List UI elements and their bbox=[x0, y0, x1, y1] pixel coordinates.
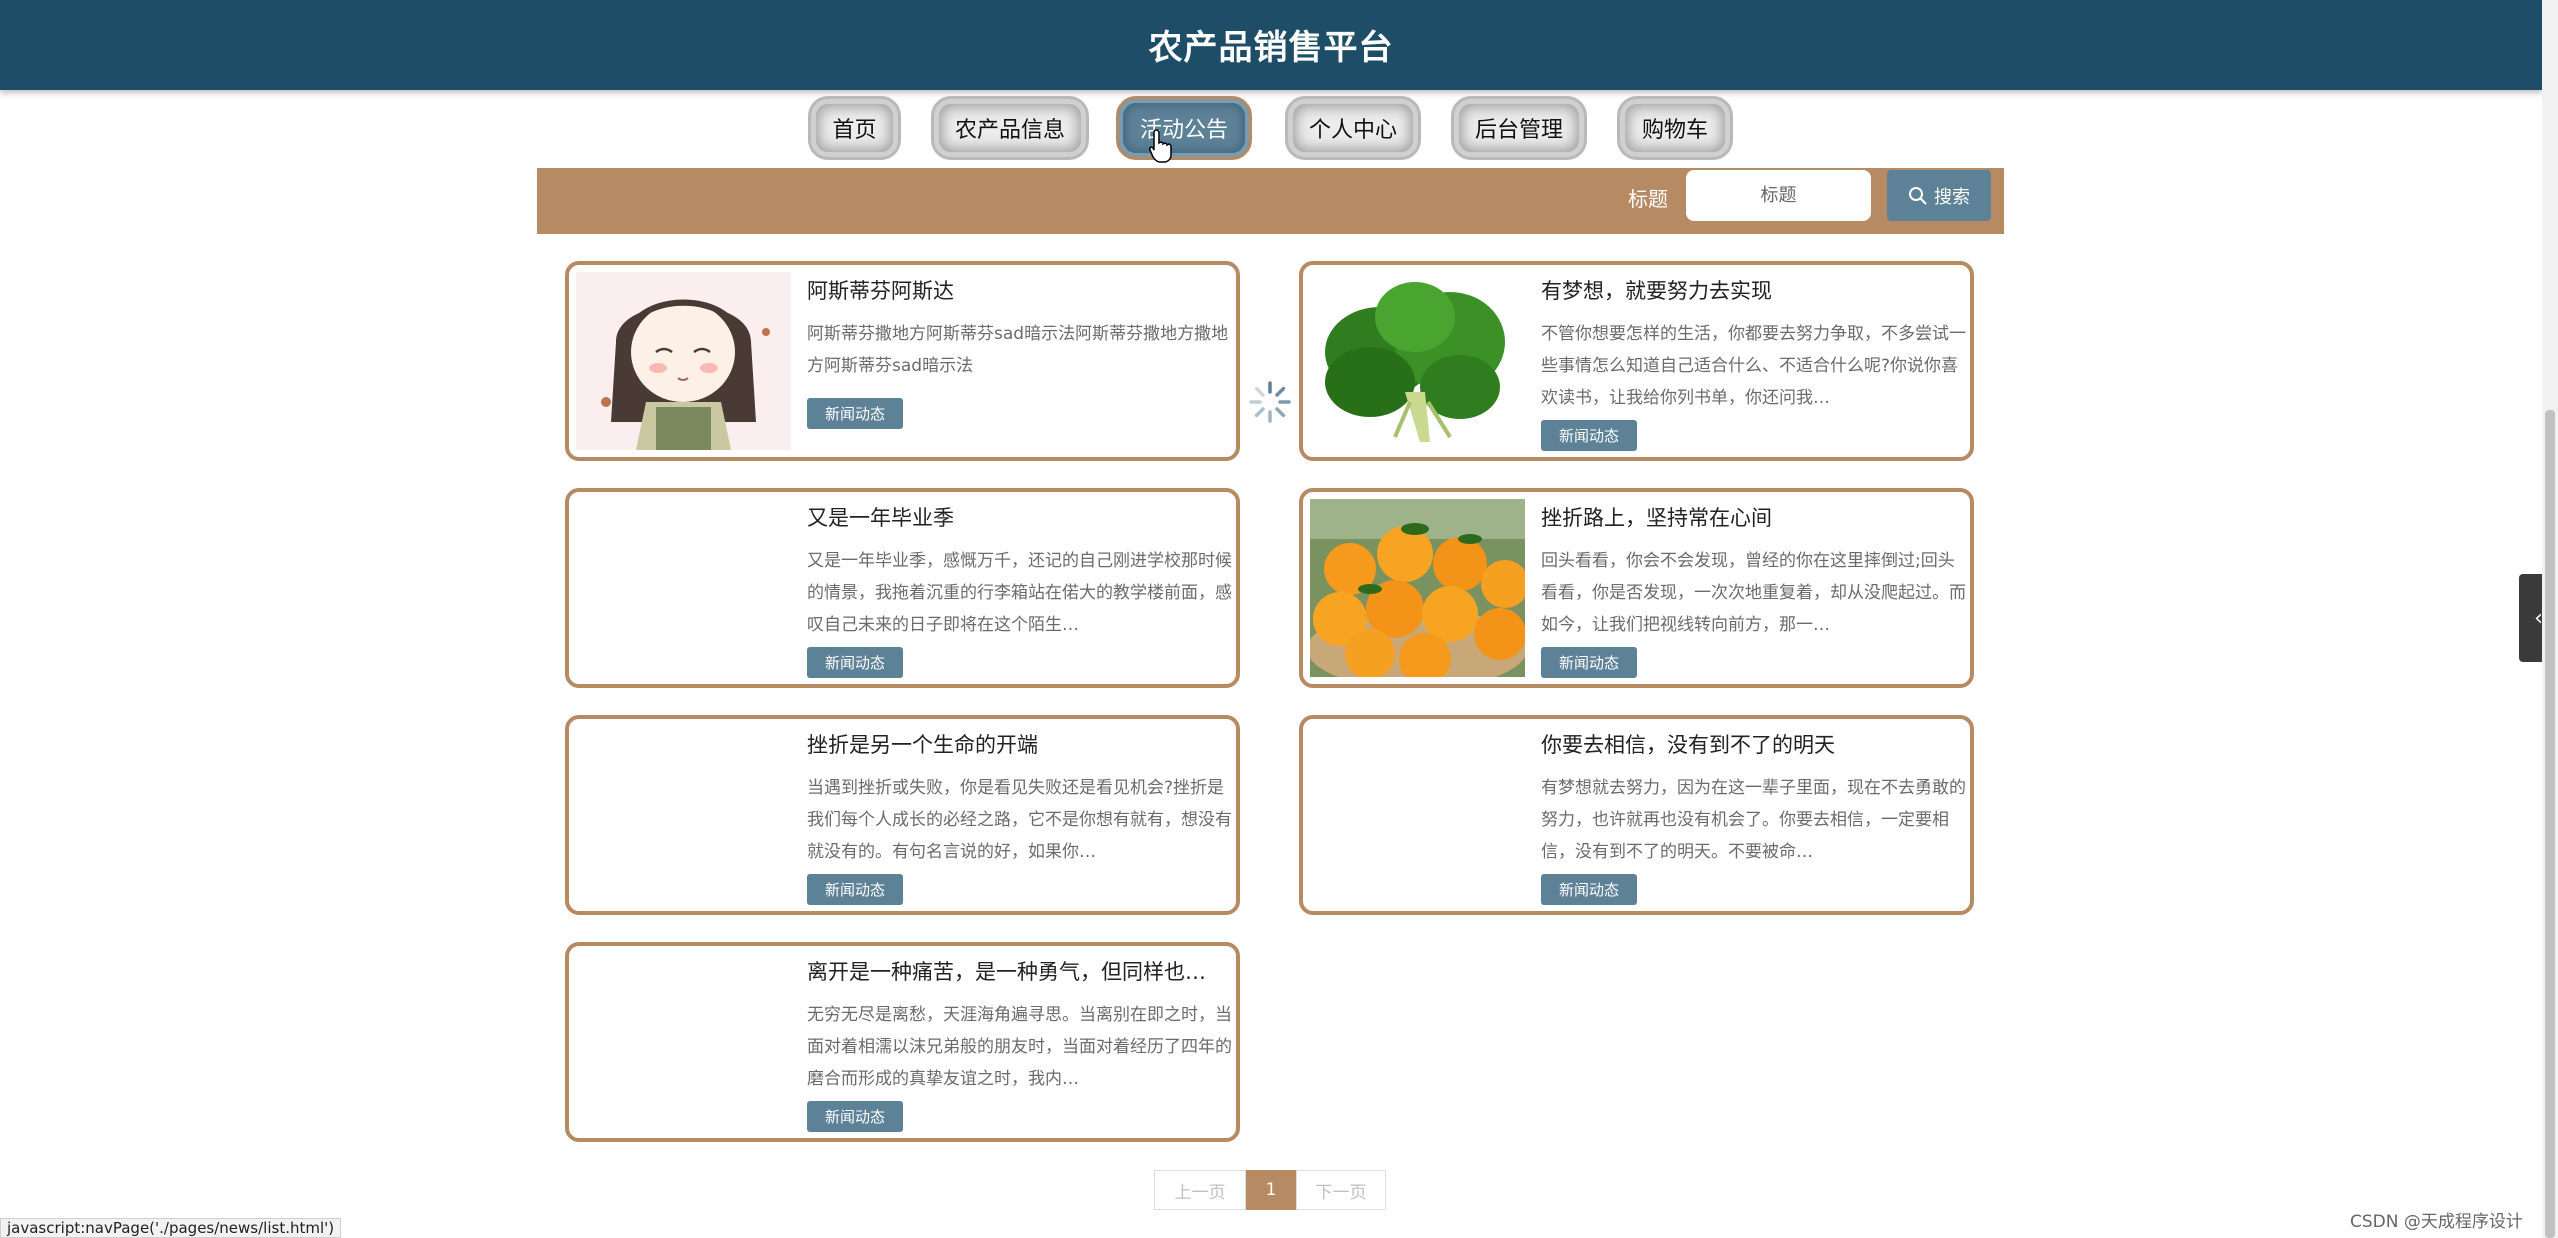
news-title[interactable]: 有梦想，就要努力去实现 bbox=[1541, 275, 1961, 305]
nav-profile[interactable]: 个人中心 bbox=[1285, 96, 1421, 160]
status-bar-url: javascript:navPage('./pages/news/list.ht… bbox=[0, 1218, 342, 1238]
news-title[interactable]: 又是一年毕业季 bbox=[807, 502, 1227, 532]
news-card[interactable]: 又是一年毕业季 又是一年毕业季，感慨万千，还记的自己刚进学校那时候的情景，我拖着… bbox=[565, 488, 1240, 688]
search-button-label: 搜索 bbox=[1934, 186, 1970, 207]
search-icon bbox=[1909, 186, 1927, 205]
news-card[interactable]: 阿斯蒂芬阿斯达 阿斯蒂芬撒地方阿斯蒂芬sad暗示法阿斯蒂芬撒地方撒地方阿斯蒂芬s… bbox=[565, 261, 1240, 461]
news-image bbox=[576, 272, 791, 450]
news-image bbox=[576, 726, 791, 904]
news-desc: 不管你想要怎样的生活，你都要去努力争取，不多尝试一些事情怎么知道自己适合什么、不… bbox=[1541, 324, 1966, 408]
news-card[interactable]: 挫折是另一个生命的开端 当遇到挫折或失败，你是看见失败还是看见机会?挫折是我们每… bbox=[565, 715, 1240, 915]
news-tag[interactable]: 新闻动态 bbox=[807, 1101, 903, 1132]
search-label: 标题 bbox=[1628, 187, 1668, 211]
loading-spinner-icon bbox=[1249, 381, 1291, 423]
news-desc: 当遇到挫折或失败，你是看见失败还是看见机会?挫折是我们每个人成长的必经之路，它不… bbox=[807, 778, 1232, 862]
news-title[interactable]: 你要去相信，没有到不了的明天 bbox=[1541, 729, 1961, 759]
search-button[interactable]: 搜索 bbox=[1887, 170, 1991, 221]
news-title[interactable]: 挫折是另一个生命的开端 bbox=[807, 729, 1227, 759]
news-image bbox=[576, 499, 791, 677]
news-tag[interactable]: 新闻动态 bbox=[1541, 647, 1637, 678]
news-tag[interactable]: 新闻动态 bbox=[1541, 420, 1637, 451]
news-image bbox=[1310, 726, 1525, 904]
nav-home[interactable]: 首页 bbox=[808, 96, 901, 160]
news-title[interactable]: 挫折路上，坚持常在心间 bbox=[1541, 502, 1961, 532]
nav-cart[interactable]: 购物车 bbox=[1617, 96, 1733, 160]
news-card[interactable]: 离开是一种痛苦，是一种勇气，但同样也… 无穷无尽是离愁，天涯海角遍寻思。当离别在… bbox=[565, 942, 1240, 1142]
news-card[interactable]: 挫折路上，坚持常在心间 回头看看，你会不会发现，曾经的你在这里摔倒过;回头看看，… bbox=[1299, 488, 1974, 688]
news-tag[interactable]: 新闻动态 bbox=[807, 647, 903, 678]
news-desc: 无穷无尽是离愁，天涯海角遍寻思。当离别在即之时，当面对着相濡以沫兄弟般的朋友时，… bbox=[807, 1005, 1232, 1089]
news-image bbox=[1310, 272, 1525, 450]
news-card[interactable]: 你要去相信，没有到不了的明天 有梦想就去努力，因为在这一辈子里面，现在不去勇敢的… bbox=[1299, 715, 1974, 915]
news-image bbox=[576, 953, 791, 1131]
news-title[interactable]: 阿斯蒂芬阿斯达 bbox=[807, 275, 1227, 305]
news-desc: 有梦想就去努力，因为在这一辈子里面，现在不去勇敢的努力，也许就再也没有机会了。你… bbox=[1541, 778, 1966, 862]
nav-products[interactable]: 农产品信息 bbox=[931, 96, 1089, 160]
news-tag[interactable]: 新闻动态 bbox=[807, 874, 903, 905]
search-input[interactable] bbox=[1686, 170, 1871, 221]
news-tag[interactable]: 新闻动态 bbox=[807, 398, 903, 429]
main-nav: 首页 农产品信息 活动公告 个人中心 后台管理 购物车 bbox=[0, 96, 2542, 164]
news-image bbox=[1310, 499, 1525, 677]
nav-admin[interactable]: 后台管理 bbox=[1451, 96, 1587, 160]
watermark: CSDN @天成程序设计 bbox=[2350, 1212, 2523, 1232]
news-title[interactable]: 离开是一种痛苦，是一种勇气，但同样也… bbox=[807, 956, 1227, 986]
news-desc: 回头看看，你会不会发现，曾经的你在这里摔倒过;回头看看，你是否发现，一次次地重复… bbox=[1541, 551, 1966, 635]
news-card[interactable]: 有梦想，就要努力去实现 不管你想要怎样的生活，你都要去努力争取，不多尝试一些事情… bbox=[1299, 261, 1974, 461]
news-desc: 又是一年毕业季，感慨万千，还记的自己刚进学校那时候的情景，我拖着沉重的行李箱站在… bbox=[807, 551, 1232, 635]
scrollbar-thumb[interactable] bbox=[2545, 410, 2555, 1238]
prev-page-button[interactable]: 上一页 bbox=[1154, 1170, 1246, 1210]
site-header: 农产品销售平台 bbox=[0, 0, 2542, 90]
next-page-button[interactable]: 下一页 bbox=[1296, 1170, 1386, 1210]
news-tag[interactable]: 新闻动态 bbox=[1541, 874, 1637, 905]
site-title: 农产品销售平台 bbox=[1148, 28, 1394, 68]
current-page[interactable]: 1 bbox=[1246, 1170, 1296, 1210]
pagination: 上一页 1 下一页 bbox=[1154, 1170, 1386, 1210]
nav-announcements[interactable]: 活动公告 bbox=[1116, 96, 1252, 160]
